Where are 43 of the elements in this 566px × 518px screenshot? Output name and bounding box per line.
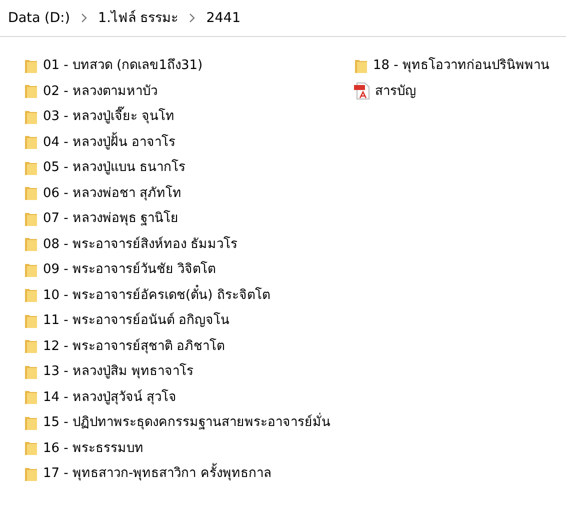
folder-name[interactable]: 08 - พระอาจารย์สิงห์ทอง ธัมมวโร [43, 234, 238, 254]
breadcrumb-item[interactable]: 1.ไฟล์ ธรรมะ [98, 8, 178, 28]
folder-icon [354, 58, 368, 74]
folder-name[interactable]: 04 - หลวงปู่ฝั้น อาจาโร [43, 132, 176, 152]
folder-icon [24, 83, 38, 100]
folder-name[interactable]: 16 - พระธรรมบท [43, 438, 144, 458]
folder-icon [24, 389, 38, 406]
folder-name[interactable]: 15 - ปฏิปทาพระธุดงคกรรมฐานสายพระอาจารย์มั่น [43, 413, 330, 432]
folder-icon [24, 262, 38, 278]
breadcrumb-item[interactable]: Data (D:) [8, 8, 70, 28]
folder-icon [24, 414, 38, 431]
folder-icon [24, 210, 38, 227]
folder-icon [24, 58, 38, 74]
folder-name[interactable]: 07 - หลวงพ่อพุธ ฐานิโย [43, 209, 179, 228]
folder-icon [24, 364, 38, 380]
folder-name[interactable]: 02 - หลวงตามหาบัว [43, 82, 158, 101]
file-name[interactable]: สารบัญ [375, 82, 416, 101]
pdf-file-icon [354, 82, 370, 100]
folder-name[interactable]: 18 - พุทธโอวาทก่อนปรินิพพาน [373, 56, 550, 76]
folder-name[interactable]: 10 - พระอาจารย์อัครเดช(ตั๋น) ถิระจิตโต [43, 286, 270, 305]
folder-name[interactable]: 09 - พระอาจารย์วันชัย วิจิตโต [43, 260, 216, 280]
folder-icon [24, 440, 38, 456]
chevron-right-icon [80, 13, 88, 23]
folder-name[interactable]: 03 - หลวงปู่เจี๊ยะ จุนโท [43, 107, 175, 126]
chevron-right-icon [188, 13, 196, 23]
folder-icon [24, 466, 38, 482]
folder-icon [24, 287, 38, 304]
folder-icon [24, 185, 38, 202]
folder-name[interactable]: 17 - พุทธสาวก-พุทธสาวิกา ครั้งพุทธกาล [43, 464, 272, 484]
folder-icon [24, 236, 38, 252]
folder-name[interactable]: 12 - พระอาจารย์สุชาติ อภิชาโต [43, 336, 225, 356]
folder-name[interactable]: 11 - พระอาจารย์อนันต์ อกิญจโน [43, 311, 230, 330]
folder-icon [24, 160, 38, 176]
folder-name[interactable]: 06 - หลวงพ่อชา สุภัทโท [43, 184, 182, 203]
folder-name[interactable]: 13 - หลวงปู่สิม พุทธาจาโร [43, 362, 194, 382]
folder-name[interactable]: 01 - บทสวด (กดเลข1ถึง31) [43, 56, 203, 76]
folder-icon [24, 312, 38, 329]
folder-icon [24, 108, 38, 125]
breadcrumb-item[interactable]: 2441 [206, 8, 241, 28]
folder-name[interactable]: 05 - หลวงปู่แบน ธนากโร [43, 158, 186, 178]
folder-name[interactable]: 14 - หลวงปู่สุวัจน์ สุวโจ [43, 388, 177, 407]
folder-icon [24, 338, 38, 354]
folder-icon [24, 134, 38, 150]
